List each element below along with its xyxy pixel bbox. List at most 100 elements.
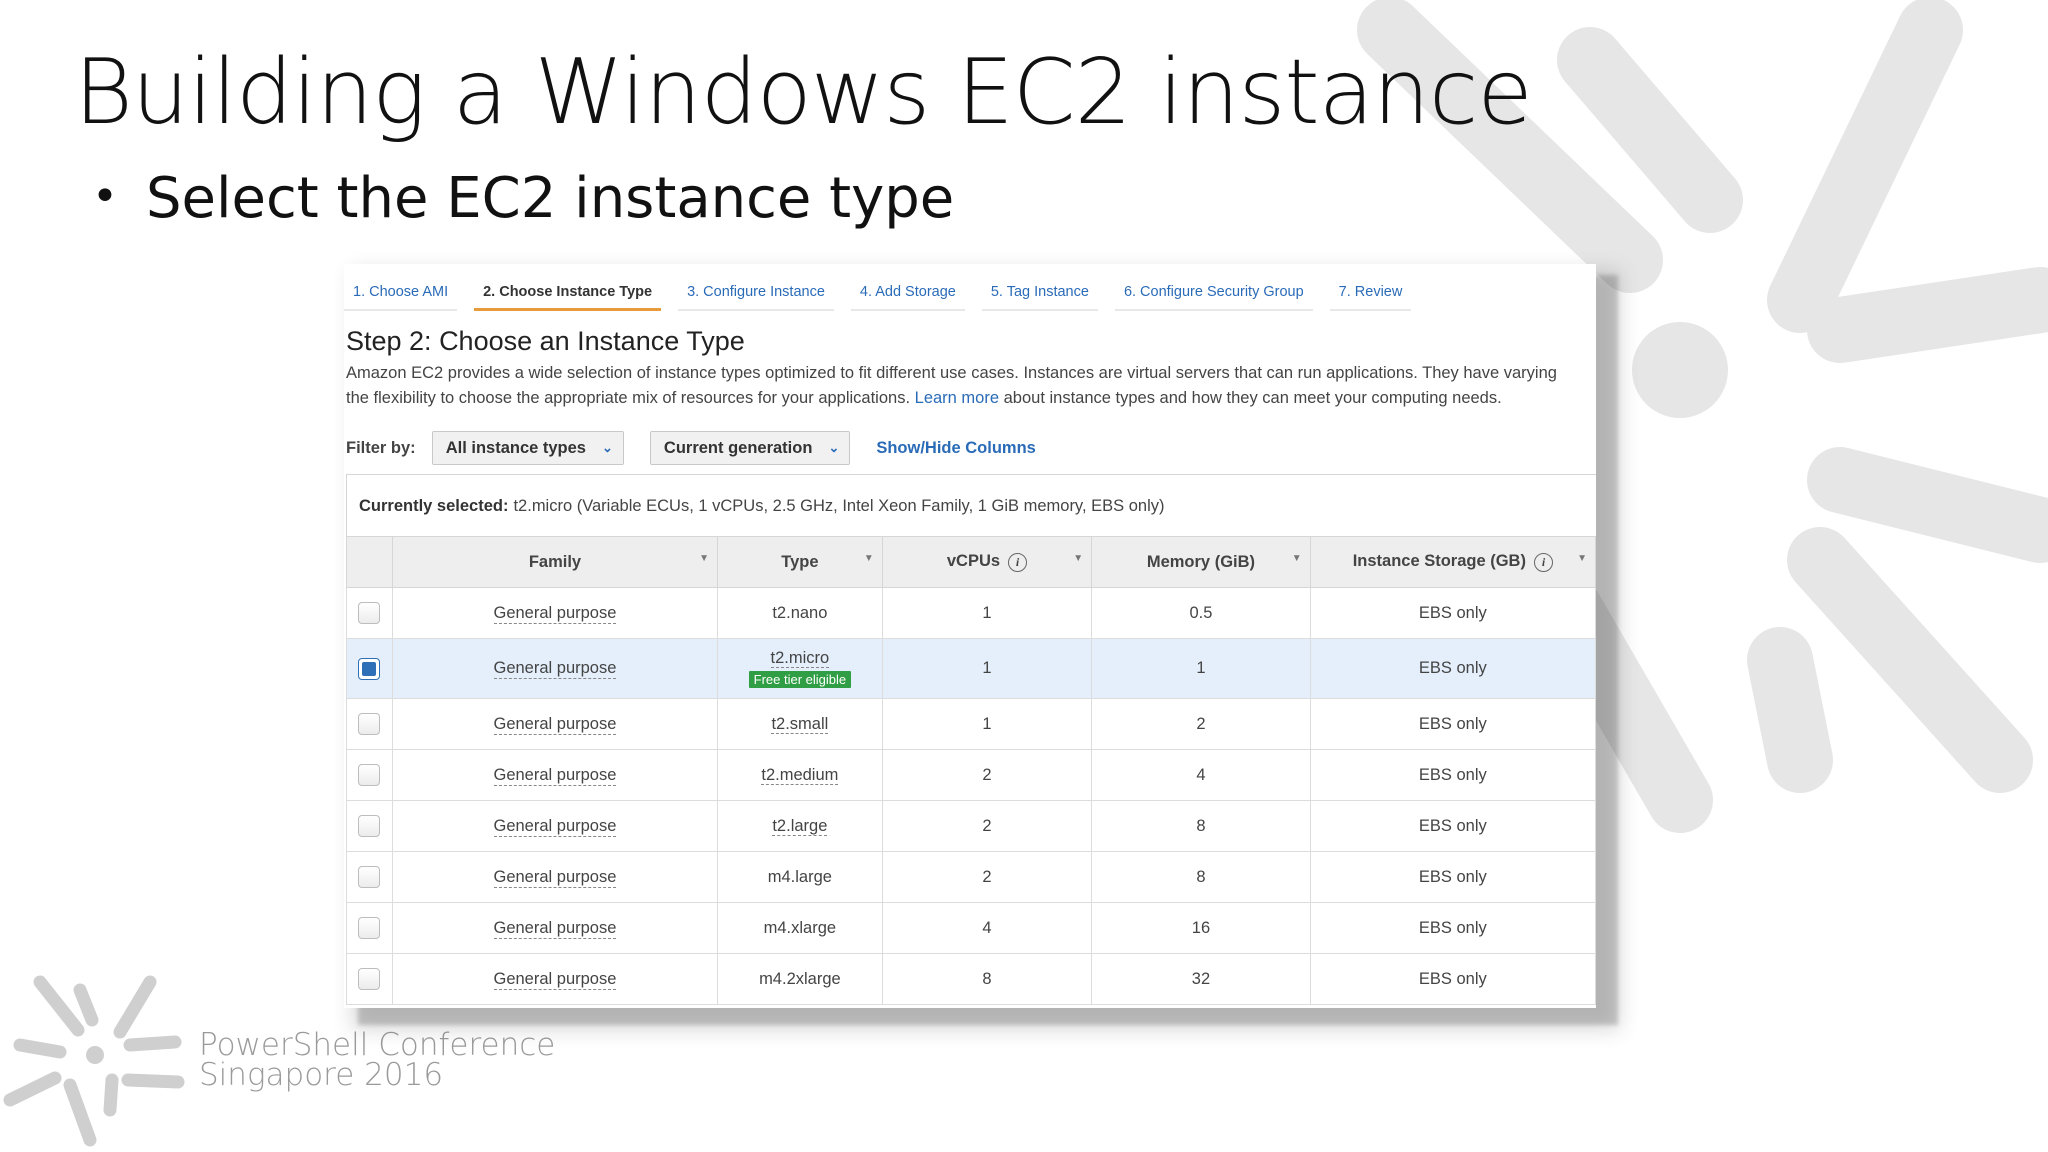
type-cell: m4.2xlarge (717, 953, 883, 1005)
tab-add-storage[interactable]: 4. Add Storage (850, 284, 965, 311)
generation-filter-select[interactable]: Current generation ⌄ (649, 431, 851, 465)
memory-cell: 4 (1091, 749, 1311, 801)
currently-selected-value: t2.micro (Variable ECUs, 1 vCPUs, 2.5 GH… (513, 496, 1165, 515)
type-link[interactable]: t2.small (771, 714, 829, 734)
header-family[interactable]: Family ▼ (391, 536, 719, 588)
tab-tag-instance[interactable]: 5. Tag Instance (981, 284, 1098, 311)
type-cell: m4.large (717, 851, 883, 903)
row-checkbox[interactable] (358, 713, 381, 735)
table-row[interactable]: General purpose m4.xlarge 4 16 EBS only (346, 902, 1596, 954)
sort-caret-icon[interactable]: ▼ (864, 553, 874, 564)
tab-review[interactable]: 7. Review (1329, 284, 1412, 311)
step-heading: Step 2: Choose an Instance Type (346, 326, 745, 356)
vcpus-cell: 1 (881, 587, 1093, 639)
header-storage[interactable]: Instance Storage (GB) i ▼ (1309, 536, 1596, 588)
family-cell[interactable]: General purpose (493, 714, 617, 735)
type-cell: m4.xlarge (717, 902, 883, 954)
storage-cell: EBS only (1309, 749, 1596, 801)
memory-cell: 8 (1091, 800, 1311, 852)
wizard-steps: 1. Choose AMI 2. Choose Instance Type 3.… (344, 264, 1428, 311)
family-cell[interactable]: General purpose (493, 969, 617, 990)
table-header-row: Family ▼ Type ▼ vCPUs i ▼ Memory (GiB) ▼ Inst… (346, 536, 1596, 588)
step-description: Amazon EC2 provides a wide selection of … (346, 361, 1596, 411)
row-checkbox-checked[interactable] (358, 657, 381, 680)
filter-bar: Filter by: All instance types ⌄ Current … (346, 431, 1036, 465)
header-select (346, 536, 393, 588)
sort-caret-icon[interactable]: ▼ (1073, 553, 1083, 564)
vcpus-cell: 2 (881, 749, 1093, 801)
sort-caret-icon[interactable]: ▼ (1577, 553, 1587, 564)
slide-title: Building a Windows EC2 instance (74, 40, 1533, 145)
conference-name: PowerShell Conference Singapore 2016 (199, 1027, 556, 1093)
family-cell[interactable]: General purpose (493, 816, 617, 837)
row-checkbox[interactable] (358, 968, 381, 990)
row-checkbox[interactable] (358, 602, 381, 624)
learn-more-link[interactable]: Learn more (915, 389, 999, 407)
desc-line-2: the flexibility to choose the appropriat… (346, 386, 1596, 411)
conference-logo-icon (3, 975, 185, 1147)
table-row[interactable]: General purpose t2.small 1 2 EBS only (346, 698, 1596, 750)
memory-cell: 8 (1091, 851, 1311, 903)
type-link[interactable]: t2.large (772, 816, 828, 836)
row-checkbox[interactable] (358, 917, 381, 939)
sort-caret-icon[interactable]: ▼ (1292, 553, 1302, 564)
conference-line-1: PowerShell Conference (199, 1027, 556, 1063)
storage-cell: EBS only (1309, 587, 1596, 639)
desc-text-b: about instance types and how they can me… (1003, 389, 1502, 407)
table-row[interactable]: General purpose m4.2xlarge 8 32 EBS only (346, 953, 1596, 1005)
storage-cell: EBS only (1309, 638, 1596, 699)
header-memory[interactable]: Memory (GiB) ▼ (1091, 536, 1311, 588)
row-checkbox[interactable] (358, 815, 381, 837)
free-tier-badge: Free tier eligible (748, 670, 852, 688)
tab-choose-instance-type[interactable]: 2. Choose Instance Type (474, 284, 662, 311)
tab-configure-security-group[interactable]: 6. Configure Security Group (1114, 284, 1313, 311)
tab-configure-instance[interactable]: 3. Configure Instance (678, 284, 834, 311)
show-hide-columns-link[interactable]: Show/Hide Columns (876, 439, 1036, 458)
memory-cell: 16 (1091, 902, 1311, 954)
storage-cell: EBS only (1309, 698, 1596, 750)
table-row[interactable]: General purpose t2.large 2 8 EBS only (346, 800, 1596, 852)
bullet-dot-icon: • (92, 171, 118, 222)
sort-caret-icon[interactable]: ▼ (699, 553, 709, 564)
chevron-down-icon: ⌄ (828, 440, 840, 455)
type-link[interactable]: t2.micro (770, 648, 830, 668)
vcpus-cell: 4 (881, 902, 1093, 954)
bullet-text: Select the EC2 instance type (145, 166, 955, 231)
table-row[interactable]: General purpose t2.medium 2 4 EBS only (346, 749, 1596, 801)
vcpus-cell: 8 (881, 953, 1093, 1005)
desc-text-a: the flexibility to choose the appropriat… (346, 389, 911, 407)
family-cell[interactable]: General purpose (493, 765, 617, 786)
table-row-selected[interactable]: General purpose t2.micro Free tier eligi… (346, 638, 1596, 699)
chevron-down-icon: ⌄ (602, 440, 613, 455)
family-cell[interactable]: General purpose (493, 918, 617, 939)
storage-cell: EBS only (1309, 953, 1596, 1005)
table-row[interactable]: General purpose t2.nano 1 0.5 EBS only (346, 587, 1596, 639)
info-circle-icon[interactable]: i (1008, 552, 1028, 572)
memory-cell: 2 (1091, 698, 1311, 750)
vcpus-cell: 1 (881, 638, 1093, 699)
header-type[interactable]: Type ▼ (717, 536, 883, 588)
instance-type-filter-select[interactable]: All instance types ⌄ (431, 431, 624, 465)
family-cell[interactable]: General purpose (493, 603, 617, 624)
slide-bullet: • Select the EC2 instance type (92, 166, 954, 231)
family-cell[interactable]: General purpose (493, 867, 617, 888)
currently-selected-bar: Currently selected: t2.micro (Variable E… (346, 474, 1596, 537)
family-cell[interactable]: General purpose (493, 659, 617, 679)
table-row[interactable]: General purpose m4.large 2 8 EBS only (346, 851, 1596, 903)
type-link[interactable]: t2.medium (761, 765, 839, 785)
storage-cell: EBS only (1309, 902, 1596, 954)
header-vcpus[interactable]: vCPUs i ▼ (881, 536, 1093, 588)
filter-label: Filter by: (346, 438, 416, 457)
vcpus-cell: 2 (881, 800, 1093, 852)
storage-cell: EBS only (1309, 800, 1596, 852)
currently-selected-label: Currently selected: (359, 496, 509, 515)
tab-choose-ami[interactable]: 1. Choose AMI (344, 284, 458, 311)
row-checkbox[interactable] (358, 866, 381, 888)
row-checkbox[interactable] (358, 764, 381, 786)
generation-filter-value: Current generation (663, 438, 813, 457)
type-cell: t2.micro Free tier eligible (717, 638, 883, 699)
memory-cell: 32 (1091, 953, 1311, 1005)
memory-cell: 1 (1091, 638, 1311, 699)
info-circle-icon[interactable]: i (1533, 552, 1553, 572)
conference-line-2: Singapore 2016 (199, 1057, 444, 1093)
